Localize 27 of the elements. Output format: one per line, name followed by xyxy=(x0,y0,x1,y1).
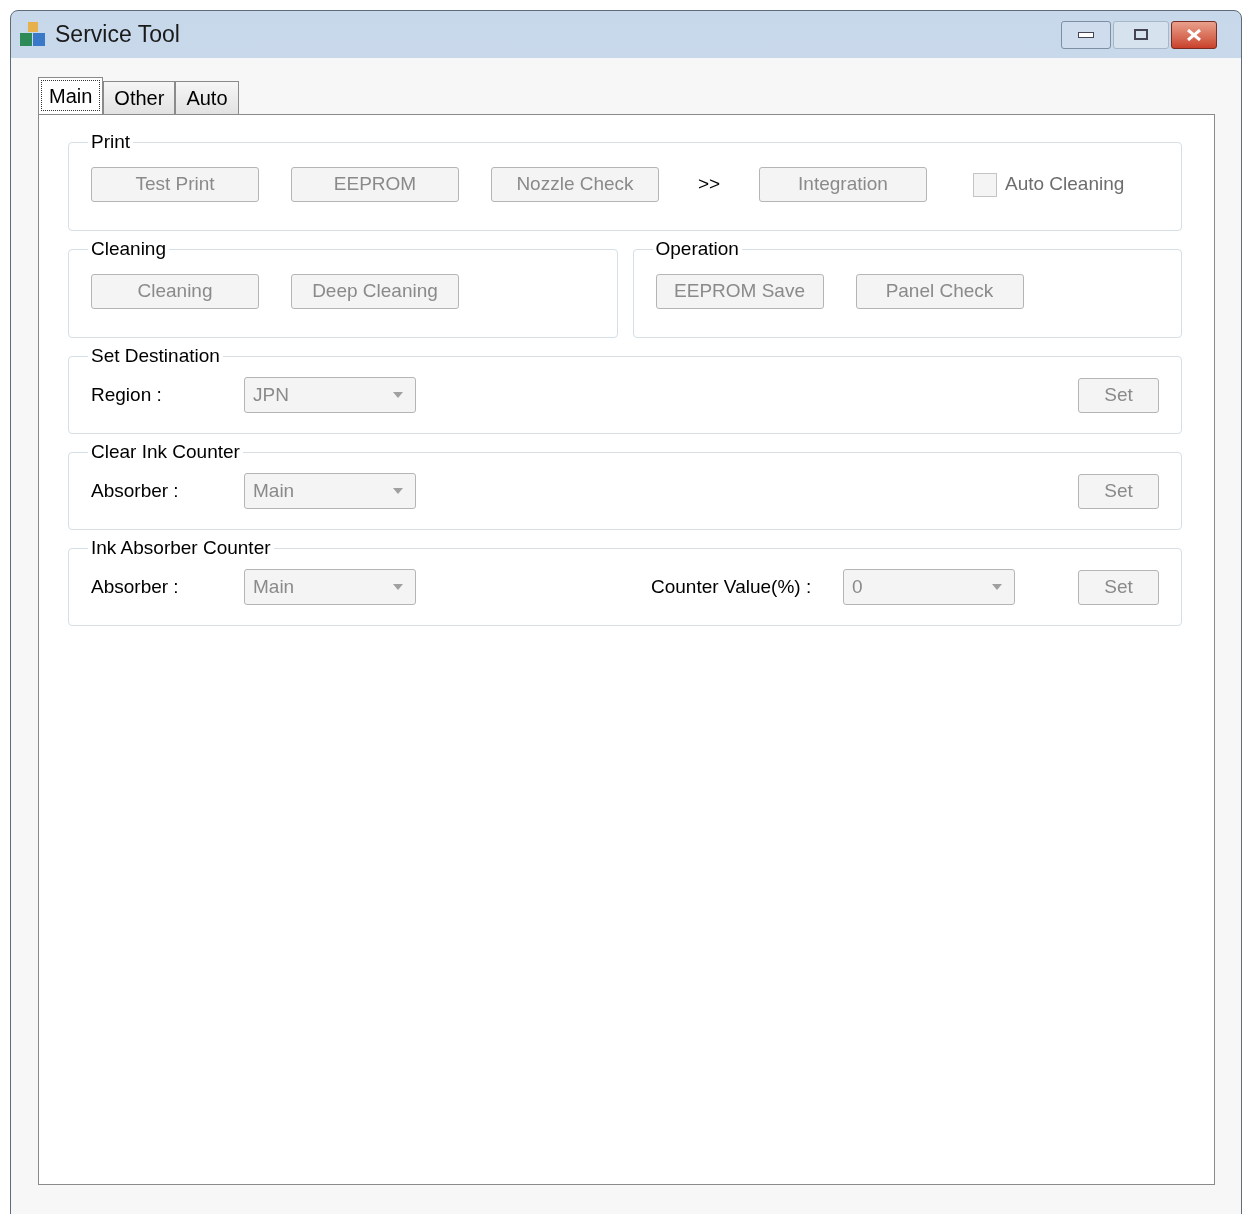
dropdown-arrow-icon xyxy=(393,488,403,494)
group-title: Clear Ink Counter xyxy=(90,441,241,463)
window-title: Service Tool xyxy=(55,20,180,50)
maximize-button[interactable] xyxy=(1113,20,1169,49)
group-title: Cleaning xyxy=(90,238,167,260)
tab[interactable]: Main xyxy=(38,77,104,114)
group-title: Ink Absorber Counter xyxy=(90,537,272,559)
app-icon xyxy=(19,20,47,49)
group-title: Operation xyxy=(654,238,740,260)
minimize-button[interactable] xyxy=(1061,20,1111,49)
maximize-icon xyxy=(1134,29,1148,40)
close-icon xyxy=(1186,28,1202,41)
checkbox-label: Auto Cleaning xyxy=(1005,172,1125,197)
minimize-icon xyxy=(1078,31,1094,38)
close-button[interactable] xyxy=(1171,20,1217,49)
arrows-label: >> xyxy=(696,172,722,197)
tab[interactable]: Auto xyxy=(175,81,239,114)
field-label: Absorber : xyxy=(91,478,180,503)
group-title: Set Destination xyxy=(90,345,221,367)
tab[interactable]: Other xyxy=(103,81,176,114)
field-label: Absorber : xyxy=(91,574,180,599)
dropdown-arrow-icon xyxy=(393,584,403,590)
field-label: Counter Value(%) : xyxy=(651,574,813,599)
dropdown-arrow-icon xyxy=(393,392,403,398)
group-title: Print xyxy=(90,131,132,153)
dropdown-arrow-icon xyxy=(992,584,1002,590)
field-label: Region : xyxy=(91,382,163,407)
